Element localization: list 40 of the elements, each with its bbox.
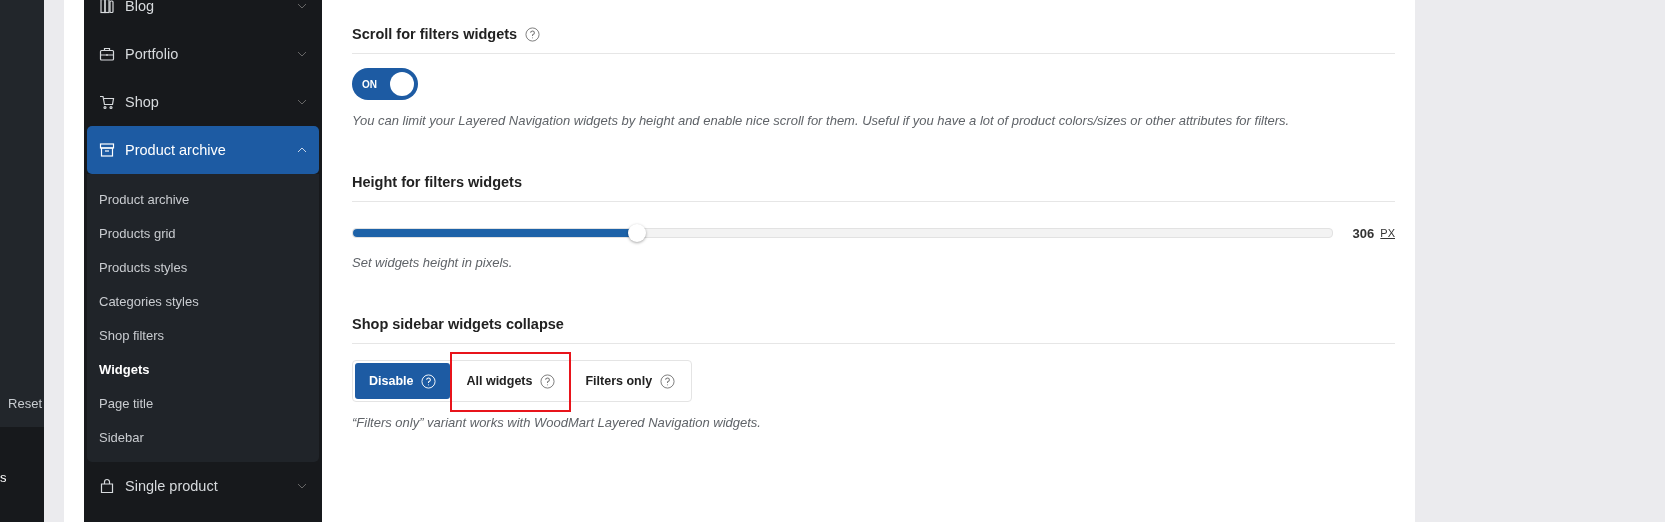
nav-menu-item[interactable]: Blog xyxy=(87,0,319,30)
submenu-item[interactable]: Product archive xyxy=(87,183,319,217)
help-icon xyxy=(421,373,437,389)
slider-value: 306 xyxy=(1352,225,1375,241)
briefcase-icon xyxy=(99,46,115,62)
cart-icon xyxy=(99,94,115,110)
archive-icon xyxy=(99,142,115,158)
reset-link[interactable]: Reset xyxy=(8,396,42,411)
setting-description: Set widgets height in pixels. xyxy=(352,255,514,270)
chevron-icon xyxy=(297,3,307,9)
chevron-icon xyxy=(297,99,307,105)
chevron-icon xyxy=(297,51,307,57)
setting-description: You can limit your Layered Navigation widgets by height and enable nice scroll for them. Useful if you have a lot of product colors/sizes or other attributes for filters. xyxy=(352,113,1291,128)
chevron-icon xyxy=(297,147,307,153)
setting-title: Shop sidebar widgets collapse xyxy=(352,316,564,332)
submenu-item[interactable]: Products grid xyxy=(87,217,319,251)
submenu-item[interactable]: Shop filters xyxy=(87,319,319,353)
menu-label: s xyxy=(0,470,7,485)
book-icon xyxy=(99,0,115,14)
nav-menu-item[interactable]: Product archive xyxy=(87,126,319,174)
help-icon xyxy=(540,373,556,389)
option-button[interactable]: Disable xyxy=(355,363,451,399)
submenu-item[interactable]: Page title xyxy=(87,387,319,421)
chevron-icon xyxy=(297,483,307,489)
setting-description: “Filters only” variant works with WoodMart Layered Navigation widgets. xyxy=(352,415,762,430)
nav-menu-item[interactable]: Single product xyxy=(87,462,319,510)
setting-title: Height for filters widgets xyxy=(352,174,522,190)
help-icon[interactable] xyxy=(525,26,541,42)
submenu-item[interactable]: Sidebar xyxy=(87,421,319,455)
setting-title: Scroll for filters widgets xyxy=(352,26,518,42)
submenu-item[interactable]: Categories styles xyxy=(87,285,319,319)
submenu-item[interactable]: Widgets xyxy=(87,353,319,387)
nav-menu-item[interactable]: Shop xyxy=(87,78,319,126)
toggle-switch[interactable]: ON xyxy=(352,68,418,100)
unit-label: PX xyxy=(1380,227,1395,239)
help-icon xyxy=(660,373,676,389)
slider-thumb[interactable] xyxy=(627,224,646,242)
bag-icon xyxy=(99,478,115,494)
nav-menu-item[interactable]: Portfolio xyxy=(87,30,319,78)
submenu-item[interactable]: Products styles xyxy=(87,251,319,285)
